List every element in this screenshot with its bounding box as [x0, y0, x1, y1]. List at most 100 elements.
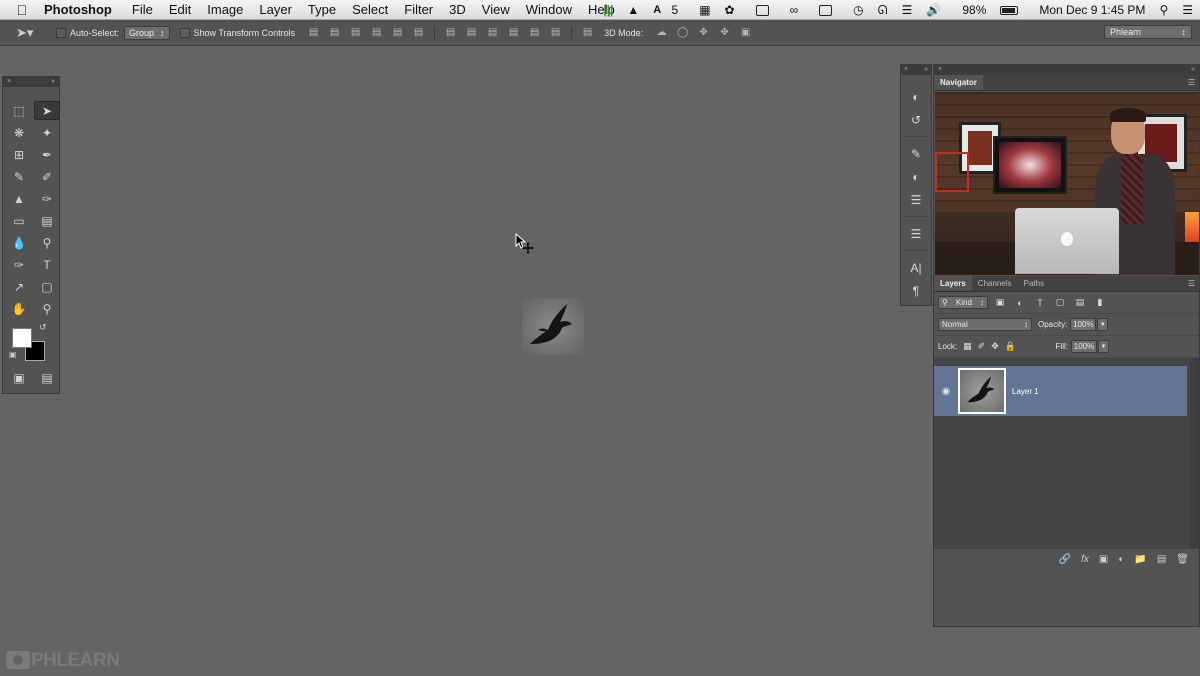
pen-tool-icon[interactable]: ✑	[6, 255, 32, 274]
gradient-tool-icon[interactable]: ▤	[34, 211, 60, 230]
lasso-tool-icon[interactable]: ❋	[6, 123, 32, 142]
paragraph-panel-icon[interactable]: ¶	[901, 280, 931, 302]
menu-3d[interactable]: 3D	[449, 2, 466, 17]
hand-tool-icon[interactable]: ✋	[6, 299, 32, 318]
document-canvas[interactable]	[522, 298, 584, 355]
brush-presets-icon[interactable]: ✎	[901, 143, 931, 165]
character-panel-icon[interactable]: A|	[901, 257, 931, 279]
zoom-tool-icon[interactable]: ⚲	[34, 299, 60, 318]
panel-menu-icon[interactable]: ☰	[1188, 78, 1195, 87]
tab-channels[interactable]: Channels	[972, 276, 1018, 291]
filter-type-icon[interactable]: T	[1032, 298, 1048, 308]
layer-name[interactable]: Layer 1	[1012, 387, 1039, 396]
expand-icon[interactable]: »	[924, 65, 928, 75]
navigator-preview[interactable]	[935, 92, 1199, 275]
layers-scrollbar[interactable]	[1190, 358, 1199, 548]
eye-icon[interactable]: ◉	[934, 386, 958, 397]
distribute-vcenter-icon[interactable]: ▤	[461, 26, 482, 40]
path-selection-tool-icon[interactable]: ↗	[6, 277, 32, 296]
workspace-switcher[interactable]: Phlearn ↕	[1104, 25, 1192, 39]
swap-colors-icon[interactable]: ↺	[39, 322, 47, 333]
airplay-icon[interactable]	[812, 4, 839, 16]
wifi-icon[interactable]: ☰	[902, 3, 913, 17]
dodge-tool-icon[interactable]: ⚲	[34, 233, 60, 252]
battery-indicator[interactable]: 98%	[955, 3, 1025, 17]
show-transform-checkbox[interactable]	[179, 27, 190, 38]
screen-record-icon[interactable]	[749, 4, 776, 16]
green-bars-icon[interactable]: |||	[603, 3, 613, 17]
distribute-top-icon[interactable]: ▤	[440, 26, 461, 40]
filter-shape-icon[interactable]: ▢	[1052, 297, 1068, 308]
eyedropper-tool-icon[interactable]: ✒	[34, 145, 60, 164]
menu-app-name[interactable]: Photoshop	[44, 2, 112, 17]
auto-select-dropdown[interactable]: Group ↕	[124, 25, 170, 40]
align-right-icon[interactable]: ▤	[408, 26, 429, 40]
distribute-bottom-icon[interactable]: ▤	[482, 26, 503, 40]
quick-mask-icon[interactable]: ▣	[6, 368, 32, 387]
adjustments-icon[interactable]: ◐	[901, 166, 931, 188]
menu-view[interactable]: View	[482, 2, 510, 17]
fill-slider-toggle[interactable]: ▼	[1098, 340, 1109, 353]
eraser-tool-icon[interactable]: ▭	[6, 211, 32, 230]
3d-roll-icon[interactable]: ◯	[672, 26, 693, 40]
time-machine-icon[interactable]: ◷	[853, 3, 863, 17]
collapse-icon[interactable]: «	[1191, 65, 1195, 75]
distribute-hcenter-icon[interactable]: ▤	[524, 26, 545, 40]
tab-paths[interactable]: Paths	[1018, 276, 1050, 291]
3d-pan-icon[interactable]: ✥	[693, 26, 714, 40]
lock-all-icon[interactable]: 🔒	[1005, 341, 1016, 352]
layer-thumbnail[interactable]	[958, 368, 1006, 414]
distribute-right-icon[interactable]: ▤	[545, 26, 566, 40]
lock-image-icon[interactable]: ✐	[978, 341, 986, 352]
grid-icon[interactable]: ▦	[699, 3, 710, 17]
new-layer-icon[interactable]: ▤	[1157, 554, 1166, 565]
distribute-left-icon[interactable]: ▤	[503, 26, 524, 40]
close-icon[interactable]: ×	[938, 65, 942, 75]
new-group-icon[interactable]: 📁	[1134, 554, 1146, 565]
history-brush-tool-icon[interactable]: ✑	[34, 189, 60, 208]
collapse-icon[interactable]: »	[51, 77, 55, 87]
color-panel-icon[interactable]: ◐	[901, 86, 931, 108]
screen-mode-icon[interactable]: ▤	[34, 368, 60, 387]
navigator-view-box[interactable]	[935, 152, 969, 192]
fill-input[interactable]: 100%	[1071, 340, 1097, 353]
blur-tool-icon[interactable]: 💧	[6, 233, 32, 252]
3d-slide-icon[interactable]: ✥	[714, 26, 735, 40]
spotlight-search-icon[interactable]: ⚲	[1159, 3, 1168, 17]
healing-brush-tool-icon[interactable]: ✎	[6, 167, 32, 186]
clock[interactable]: Mon Dec 9 1:45 PM	[1039, 3, 1145, 17]
adjustment-layer-icon[interactable]: ◐	[1118, 554, 1124, 565]
adobe-cc-icon[interactable]: A 5	[653, 3, 685, 17]
menu-layer[interactable]: Layer	[259, 2, 292, 17]
filter-pixel-icon[interactable]: ▣	[992, 297, 1008, 308]
opacity-slider-toggle[interactable]: ▼	[1097, 318, 1109, 331]
foreground-color-swatch[interactable]	[12, 328, 32, 348]
align-left-icon[interactable]: ▤	[366, 26, 387, 40]
delete-layer-icon[interactable]: 🗑	[1176, 554, 1189, 565]
history-panel-icon[interactable]: ↺	[901, 109, 931, 131]
filter-kind-dropdown[interactable]: ⚲ Kind ↕	[938, 296, 988, 309]
crop-tool-icon[interactable]: ⊞	[6, 145, 32, 164]
type-tool-icon[interactable]: T	[34, 255, 60, 274]
move-tool-preset-icon[interactable]: ➤▾	[0, 25, 46, 41]
clone-stamp-tool-icon[interactable]: ▲	[6, 189, 32, 208]
close-icon[interactable]: ×	[904, 65, 908, 75]
evernote-icon[interactable]: ✿	[725, 3, 735, 17]
tab-layers[interactable]: Layers	[934, 276, 972, 291]
notification-center-icon[interactable]: ☰	[1182, 3, 1193, 17]
volume-icon[interactable]: 🔊	[926, 3, 941, 17]
blend-mode-dropdown[interactable]: Normal ↕	[938, 318, 1032, 331]
auto-align-icon[interactable]: ▤	[577, 26, 598, 40]
move-tool-icon[interactable]: ➤	[34, 101, 60, 120]
apple-menu-icon[interactable]: 	[0, 2, 44, 18]
menu-window[interactable]: Window	[526, 2, 572, 17]
layer-row[interactable]: ◉ Layer 1	[934, 366, 1187, 416]
align-vcenter-icon[interactable]: ▤	[324, 26, 345, 40]
filter-toggle-icon[interactable]: ▮	[1092, 297, 1108, 308]
actions-icon[interactable]: ☰	[901, 223, 931, 245]
align-top-icon[interactable]: ▤	[303, 26, 324, 40]
align-hcenter-icon[interactable]: ▤	[387, 26, 408, 40]
bluetooth-icon[interactable]: ᘏ	[878, 3, 888, 18]
tab-navigator[interactable]: Navigator	[934, 75, 983, 90]
magic-wand-tool-icon[interactable]: ✦	[34, 123, 60, 142]
